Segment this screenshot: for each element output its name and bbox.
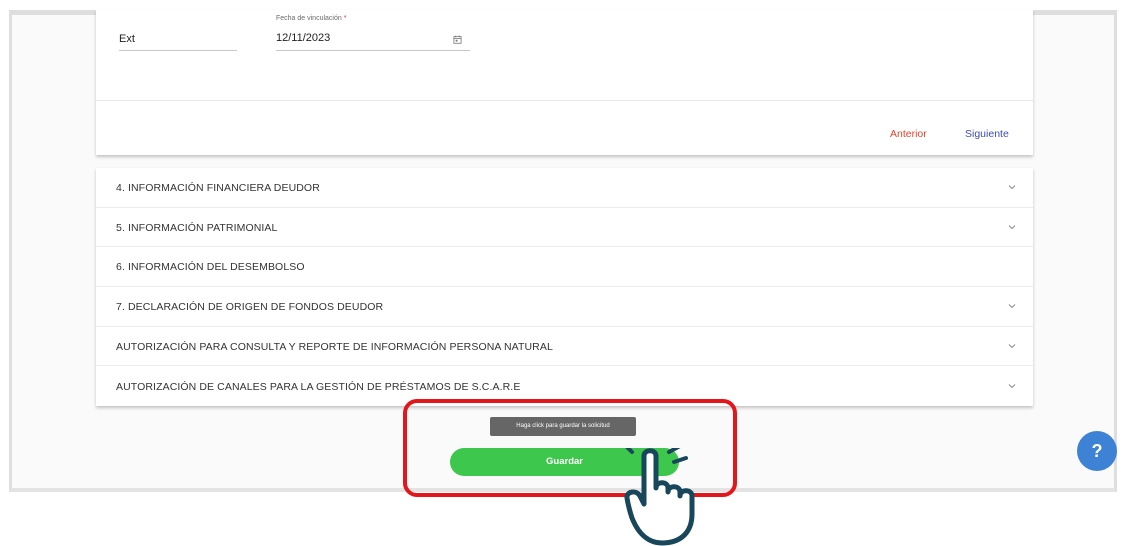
- required-mark: *: [343, 15, 347, 22]
- chevron-down-icon: [1008, 383, 1016, 388]
- chevron-down-icon: [1008, 185, 1016, 190]
- chevron-down-icon: [1008, 343, 1016, 349]
- accordion-item-label: AUTORIZACIÓN PARA CONSULTA Y REPORTE DE …: [116, 340, 553, 353]
- date-of-linkage-value: 12/11/2023: [276, 32, 331, 44]
- date-of-linkage-label: Fecha de vinculación *: [276, 15, 346, 22]
- sections-accordion: 4. INFORMACIÓN FINANCIERA DEUDOR 5. INFO…: [96, 168, 1033, 406]
- form-card: Ext Fecha de vinculación * 12/11/2023 An…: [96, 10, 1033, 155]
- next-button[interactable]: Siguiente: [965, 128, 1009, 140]
- accordion-item-funds-origin[interactable]: 7. DECLARACIÓN DE ORIGEN DE FONDOS DEUDO…: [96, 287, 1033, 327]
- accordion-item-consultation-authorization[interactable]: AUTORIZACIÓN PARA CONSULTA Y REPORTE DE …: [96, 327, 1033, 367]
- accordion-item-label: 6. INFORMACIÓN DEL DESEMBOLSO: [116, 261, 305, 274]
- pointing-hand-icon: [624, 448, 695, 546]
- chevron-down-icon: [1008, 304, 1016, 309]
- ext-field[interactable]: Ext: [119, 28, 237, 51]
- accordion-item-patrimonial-info[interactable]: 5. INFORMACIÓN PATRIMONIAL: [96, 208, 1033, 248]
- date-of-linkage-field[interactable]: Fecha de vinculación * 12/11/2023: [276, 15, 470, 51]
- accordion-item-label: 5. INFORMACIÓN PATRIMONIAL: [116, 221, 278, 234]
- date-label-text: Fecha de vinculación: [276, 15, 342, 22]
- previous-button[interactable]: Anterior: [890, 128, 927, 140]
- accordion-item-financial-info[interactable]: 4. INFORMACIÓN FINANCIERA DEUDOR: [96, 168, 1033, 208]
- accordion-item-label: AUTORIZACIÓN DE CANALES PARA LA GESTIÓN …: [116, 380, 521, 393]
- card-divider: [96, 100, 1033, 101]
- ext-field-value: Ext: [119, 33, 135, 45]
- calendar-icon[interactable]: [453, 35, 462, 44]
- accordion-item-label: 4. INFORMACIÓN FINANCIERA DEUDOR: [116, 182, 320, 194]
- accordion-item-label: 7. DECLARACIÓN DE ORIGEN DE FONDOS DEUDO…: [116, 301, 384, 314]
- chevron-down-icon: [1008, 224, 1016, 229]
- help-button[interactable]: ?: [1077, 431, 1117, 471]
- accordion-item-disbursement-info[interactable]: 6. INFORMACIÓN DEL DESEMBOLSO: [96, 247, 1033, 288]
